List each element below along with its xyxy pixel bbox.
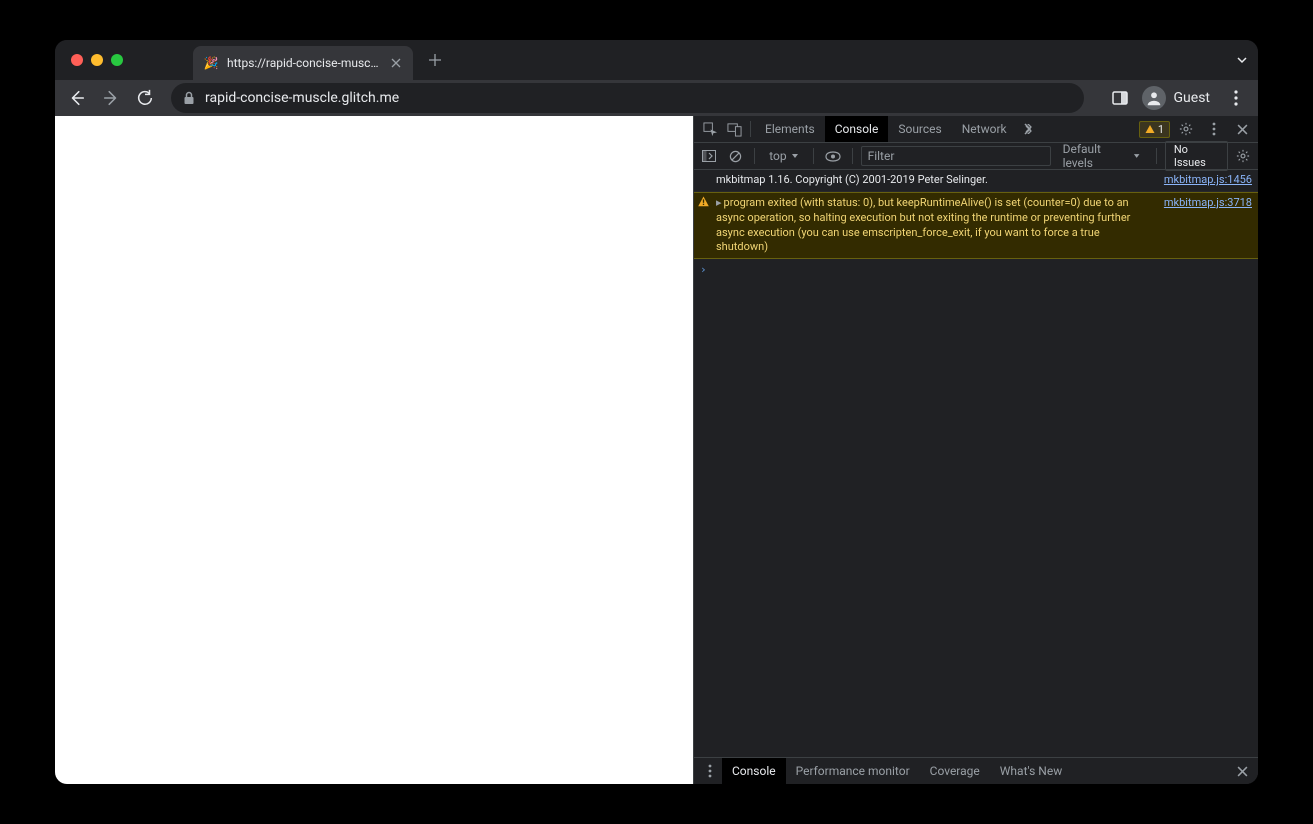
back-button[interactable] [63,84,91,112]
devtools-panel: Elements Console Sources Network 1 [693,116,1258,784]
log-levels-selector[interactable]: Default levels [1055,142,1148,170]
browser-window: 🎉 https://rapid-concise-muscle.g [55,40,1258,784]
tab-overflow-icon[interactable] [1236,54,1248,66]
warnings-count: 1 [1158,123,1164,136]
expand-arrow-icon[interactable]: ▸ [716,196,722,209]
toolbar-right: Guest [1106,84,1250,112]
tab-sources[interactable]: Sources [888,116,951,142]
tab-console[interactable]: Console [825,116,889,142]
drawer-tab-console[interactable]: Console [722,758,786,784]
log-source-link[interactable]: mkbitmap.js:1456 [1164,173,1252,188]
address-text: rapid-concise-muscle.glitch.me [205,90,399,106]
log-message: mkbitmap 1.16. Copyright (C) 2001-2019 P… [716,173,1154,188]
console-toolbar: top Default levels No Issues [694,143,1258,170]
more-tabs-icon[interactable] [1017,117,1041,141]
profile-avatar-icon[interactable] [1142,86,1166,110]
tab-network[interactable]: Network [952,116,1017,142]
new-tab-button[interactable] [421,46,449,74]
lock-icon [183,91,195,105]
reload-button[interactable] [131,84,159,112]
context-selector[interactable]: top [763,146,804,166]
close-drawer-icon[interactable] [1230,766,1254,777]
console-filter-input[interactable] [861,146,1051,166]
devtools-menu-icon[interactable] [1202,117,1226,141]
toggle-console-sidebar-icon[interactable] [698,144,720,168]
page-viewport[interactable] [55,116,693,784]
profile-label[interactable]: Guest [1174,90,1210,106]
drawer-menu-icon[interactable] [698,759,722,783]
browser-tab[interactable]: 🎉 https://rapid-concise-muscle.g [193,46,413,80]
live-expression-icon[interactable] [822,144,844,168]
close-tab-icon[interactable] [389,56,403,70]
device-toolbar-icon[interactable] [722,117,746,141]
devtools-drawer: Console Performance monitor Coverage Wha… [694,757,1258,784]
close-window-button[interactable] [71,54,83,66]
console-prompt[interactable]: › [694,259,1258,280]
settings-gear-icon[interactable] [1174,117,1198,141]
minimize-window-button[interactable] [91,54,103,66]
forward-button[interactable] [97,84,125,112]
window-controls [65,54,123,66]
drawer-tab-coverage[interactable]: Coverage [920,758,990,784]
tab-title: https://rapid-concise-muscle.g [227,56,381,70]
warning-icon [698,196,710,255]
titlebar: 🎉 https://rapid-concise-muscle.g [55,40,1258,80]
console-settings-gear-icon[interactable] [1232,144,1254,168]
toolbar: rapid-concise-muscle.glitch.me Guest [55,80,1258,116]
issues-button[interactable]: No Issues [1165,141,1228,171]
warning-triangle-icon [1145,124,1155,134]
warnings-badge[interactable]: 1 [1139,121,1170,138]
tab-favicon: 🎉 [203,55,219,71]
maximize-window-button[interactable] [111,54,123,66]
side-panel-icon[interactable] [1106,84,1134,112]
console-warn-row[interactable]: ▸program exited (with status: 0), but ke… [694,192,1258,259]
inspect-element-icon[interactable] [698,117,722,141]
levels-label: Default levels [1063,142,1129,170]
close-devtools-icon[interactable] [1230,117,1254,141]
menu-button[interactable] [1222,84,1250,112]
clear-console-icon[interactable] [724,144,746,168]
address-bar[interactable]: rapid-concise-muscle.glitch.me [171,83,1084,113]
console-output[interactable]: mkbitmap 1.16. Copyright (C) 2001-2019 P… [694,170,1258,757]
context-label: top [769,149,786,163]
console-log-row[interactable]: mkbitmap 1.16. Copyright (C) 2001-2019 P… [694,170,1258,192]
devtools-tabbar: Elements Console Sources Network 1 [694,116,1258,143]
log-message: ▸program exited (with status: 0), but ke… [716,196,1154,255]
tab-elements[interactable]: Elements [755,116,825,142]
drawer-tab-whats-new[interactable]: What's New [990,758,1072,784]
log-source-link[interactable]: mkbitmap.js:3718 [1164,196,1252,255]
content-area: Elements Console Sources Network 1 [55,116,1258,784]
drawer-tab-performance-monitor[interactable]: Performance monitor [786,758,920,784]
tab-strip: 🎉 https://rapid-concise-muscle.g [193,40,1248,80]
